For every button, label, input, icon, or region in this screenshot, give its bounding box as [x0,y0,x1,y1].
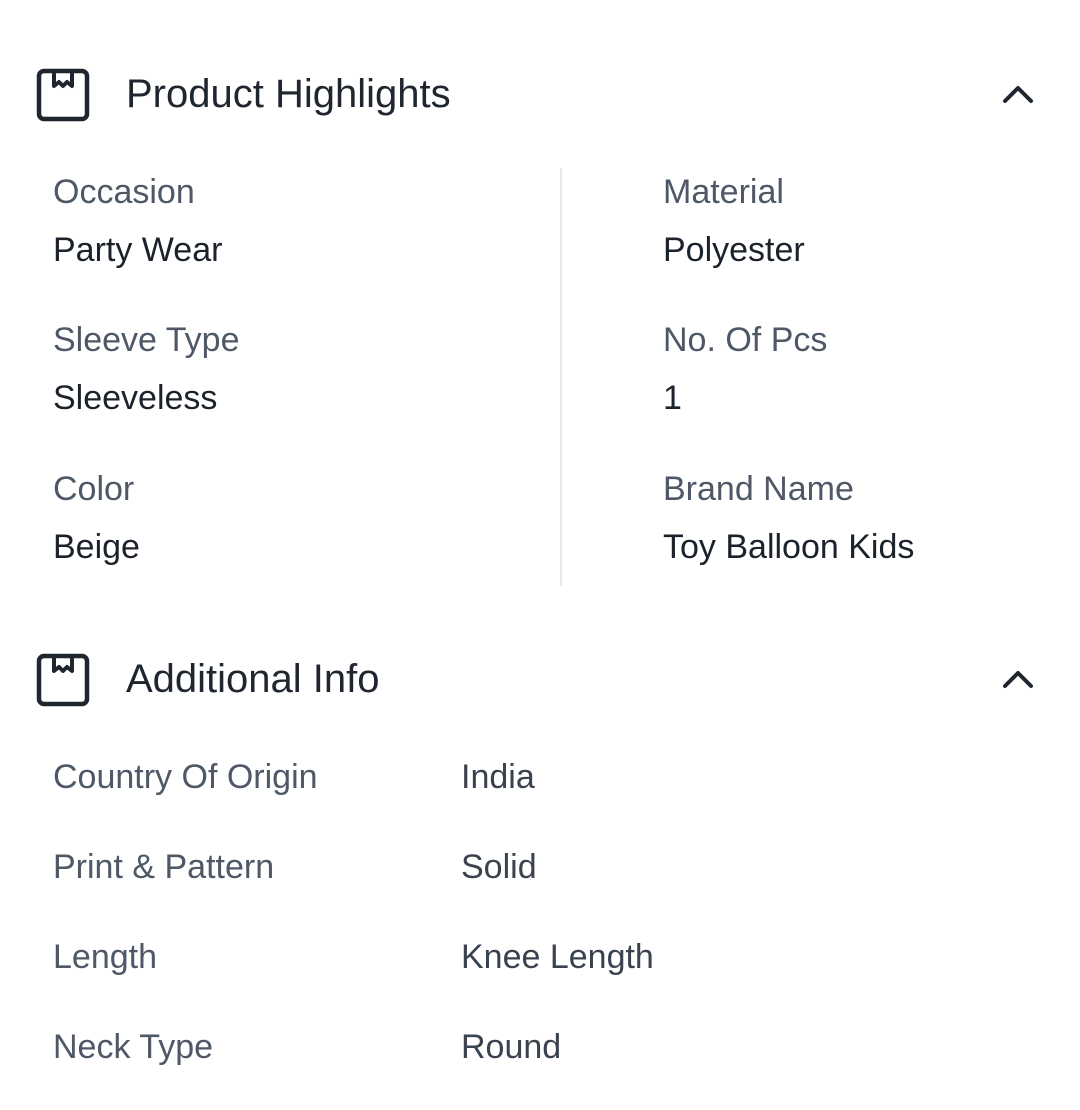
highlight-value: Sleeveless [53,379,218,417]
highlight-no-of-pcs: No. Of Pcs 1 [663,318,827,420]
info-value: Solid [461,848,537,886]
info-value: India [461,758,535,796]
highlight-label: Sleeve Type [53,321,240,359]
info-row-neck-type: Neck Type Round [0,1025,1080,1075]
highlight-label: Material [663,173,784,211]
section-title: Product Highlights [126,72,451,116]
highlight-color: Color Beige [53,467,140,569]
info-value: Knee Length [461,938,654,976]
highlight-label: Brand Name [663,470,854,508]
highlight-label: Color [53,470,135,508]
info-row-country-of-origin: Country Of Origin India [0,755,1080,805]
info-label: Length [53,938,157,976]
highlight-brand-name: Brand Name Toy Balloon Kids [663,467,914,569]
info-label: Print & Pattern [53,848,275,886]
highlight-value: 1 [663,379,682,417]
highlight-label: No. Of Pcs [663,321,828,359]
info-label: Country Of Origin [53,758,318,796]
section-title: Additional Info [126,657,380,701]
highlight-occasion: Occasion Party Wear [53,170,222,272]
product-highlights-header[interactable]: Product Highlights [0,54,1080,134]
highlight-material: Material Polyester [663,170,805,272]
package-icon [36,653,90,707]
package-icon [36,68,90,122]
additional-info-header[interactable]: Additional Info [0,639,1080,719]
highlight-label: Occasion [53,173,195,211]
chevron-up-icon[interactable] [996,657,1040,701]
highlight-value: Polyester [663,231,805,269]
highlight-sleeve-type: Sleeve Type Sleeveless [53,318,240,420]
info-value: Round [461,1028,562,1066]
chevron-up-icon[interactable] [996,72,1040,116]
column-divider [560,168,562,586]
highlight-value: Beige [53,528,140,566]
info-row-print-pattern: Print & Pattern Solid [0,845,1080,895]
highlight-value: Toy Balloon Kids [663,528,915,566]
info-label: Neck Type [53,1028,214,1066]
highlight-value: Party Wear [53,231,223,269]
info-row-length: Length Knee Length [0,935,1080,985]
